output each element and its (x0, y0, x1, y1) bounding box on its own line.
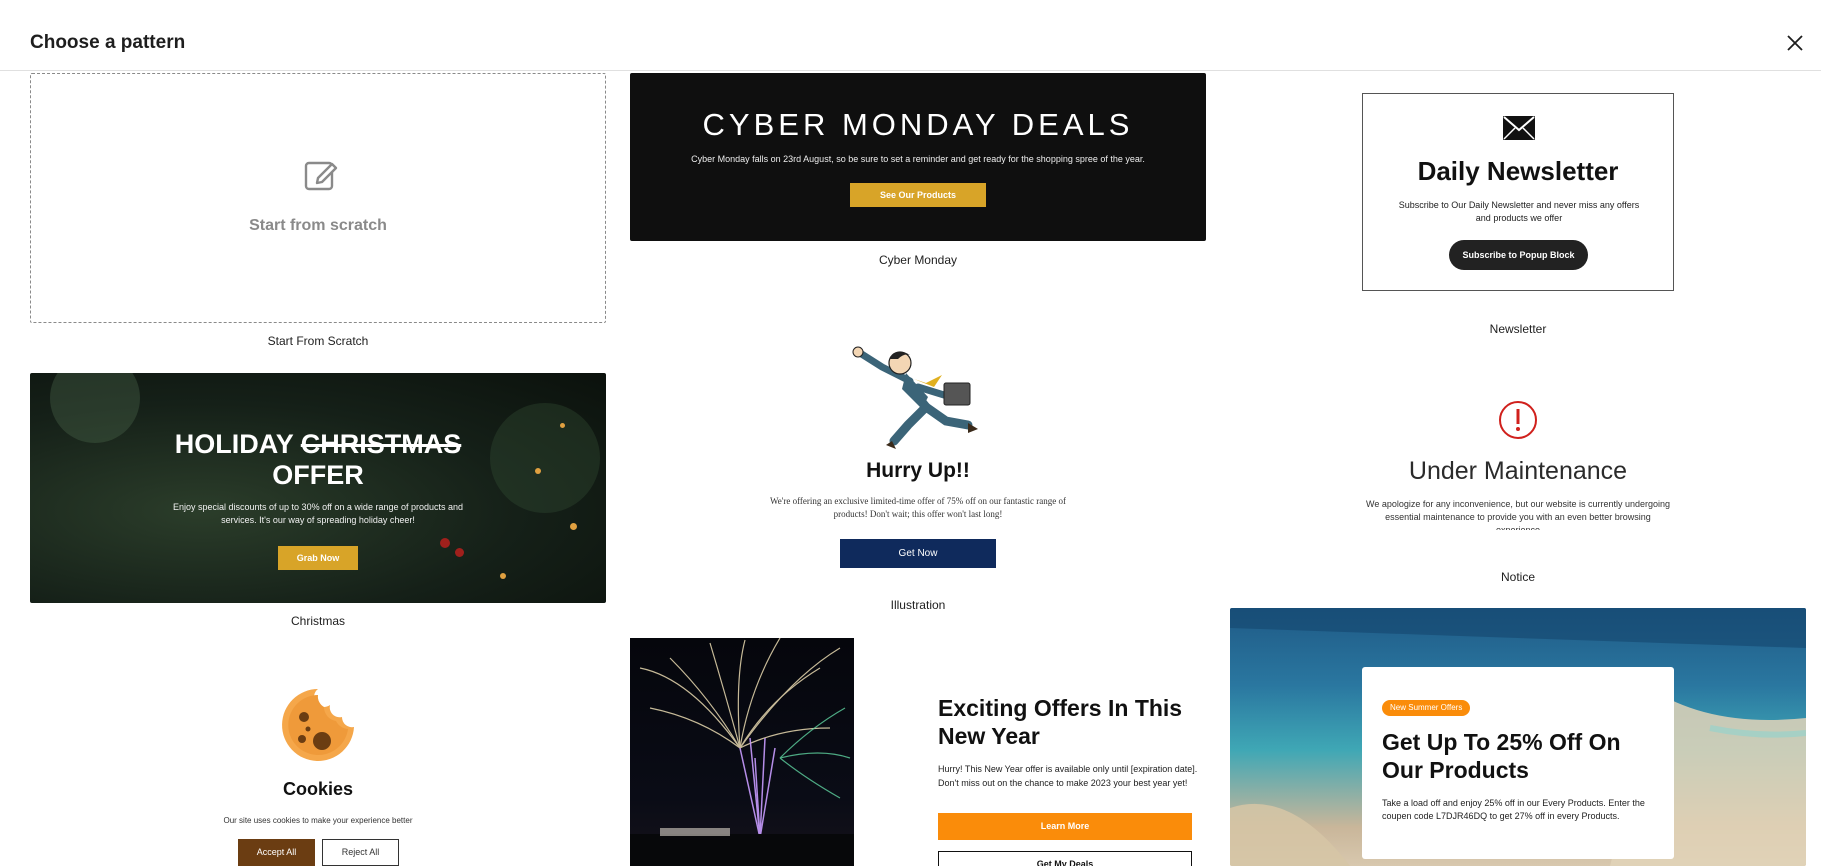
summer-offer-box: New Summer Offers Get Up To 25% Off On O… (1362, 667, 1674, 859)
christmas-heading-plain: HOLIDAY (174, 429, 301, 459)
pattern-cyber-monday[interactable]: CYBER MONDAY DEALS Cyber Monday falls on… (630, 73, 1206, 241)
exclamation-circle-icon (1498, 400, 1538, 440)
notice-text: We apologize for any inconvenience, but … (1366, 499, 1671, 530)
christmas-heading: HOLIDAY CHRISTMAS OFFER (30, 429, 606, 491)
pattern-new-year[interactable]: Exciting Offers In This New Year Hurry! … (630, 638, 1206, 866)
caption-start-from-scratch: Start From Scratch (267, 334, 369, 348)
cyber-monday-text: Cyber Monday falls on 23rd August, so be… (691, 154, 1145, 164)
envelope-icon (1503, 116, 1535, 140)
berry (440, 538, 450, 548)
fireworks-photo (630, 638, 854, 866)
caption-newsletter: Newsletter (1489, 322, 1547, 336)
summer-text: Take a load off and enjoy 25% off in our… (1382, 798, 1645, 821)
caption-illustration: Illustration (890, 598, 946, 612)
pattern-notice[interactable]: Under Maintenance We apologize for any i… (1230, 390, 1806, 530)
pattern-cookies[interactable]: Cookies Our site uses cookies to make yo… (30, 680, 606, 866)
caption-notice: Notice (1500, 570, 1535, 584)
summer-heading: Get Up To 25% Off On Our Products (1382, 729, 1621, 783)
new-year-heading: Exciting Offers In This New Year (938, 695, 1183, 749)
cookie-icon (280, 687, 356, 763)
cookies-heading: Cookies (282, 779, 354, 799)
berry (455, 548, 464, 557)
pattern-summer-offers[interactable]: New Summer Offers Get Up To 25% Off On O… (1230, 608, 1806, 866)
reject-all-button: Reject All (322, 839, 399, 866)
dialog-title: Choose a pattern (30, 32, 186, 53)
caption-christmas: Christmas (290, 614, 345, 628)
christmas-text: Enjoy special discounts of up to 30% off… (172, 502, 464, 525)
subscribe-button: Subscribe to Popup Block (1449, 240, 1588, 270)
new-year-text: Hurry! This New Year offer is available … (938, 764, 1198, 788)
new-summer-offers-badge: New Summer Offers (1382, 700, 1471, 716)
newsletter-text: Subscribe to Our Daily Newsletter and ne… (1398, 200, 1640, 223)
caption-cyber-monday: Cyber Monday (878, 253, 958, 267)
christmas-heading-line2: OFFER (272, 460, 364, 490)
pattern-start-from-scratch[interactable]: Start from scratch (30, 73, 606, 323)
dialog-header: Choose a pattern (0, 0, 1821, 71)
get-my-deals-button: Get My Deals (938, 851, 1192, 866)
notice-heading: Under Maintenance (1408, 457, 1628, 485)
grab-now-button: Grab Now (278, 546, 358, 570)
bokeh-light (570, 523, 577, 530)
pattern-illustration[interactable]: Hurry Up!! We're offering an exclusive l… (630, 335, 1206, 575)
learn-more-button: Learn More (938, 813, 1192, 840)
illustration-heading: Hurry Up!! (866, 459, 970, 482)
bokeh-light (500, 573, 506, 579)
edit-icon (301, 155, 341, 195)
newsletter-heading: Daily Newsletter (1417, 156, 1619, 186)
get-now-button: Get Now (840, 539, 996, 568)
christmas-heading-struck: CHRISTMAS (300, 429, 462, 459)
running-businessman-illustration (848, 345, 988, 455)
accept-all-button: Accept All (238, 839, 315, 866)
close-icon[interactable] (1783, 31, 1807, 55)
see-our-products-button: See Our Products (850, 183, 986, 207)
pattern-newsletter[interactable]: Daily Newsletter Subscribe to Our Daily … (1362, 93, 1674, 291)
cookies-text: Our site uses cookies to make your exper… (223, 816, 413, 825)
bokeh-light (560, 423, 565, 428)
illustration-text: We're offering an exclusive limited-time… (769, 496, 1067, 519)
cyber-monday-heading: CYBER MONDAY DEALS (702, 107, 1134, 142)
start-from-scratch-label: Start from scratch (249, 217, 387, 234)
pattern-christmas[interactable]: HOLIDAY CHRISTMAS OFFER Enjoy special di… (30, 373, 606, 603)
